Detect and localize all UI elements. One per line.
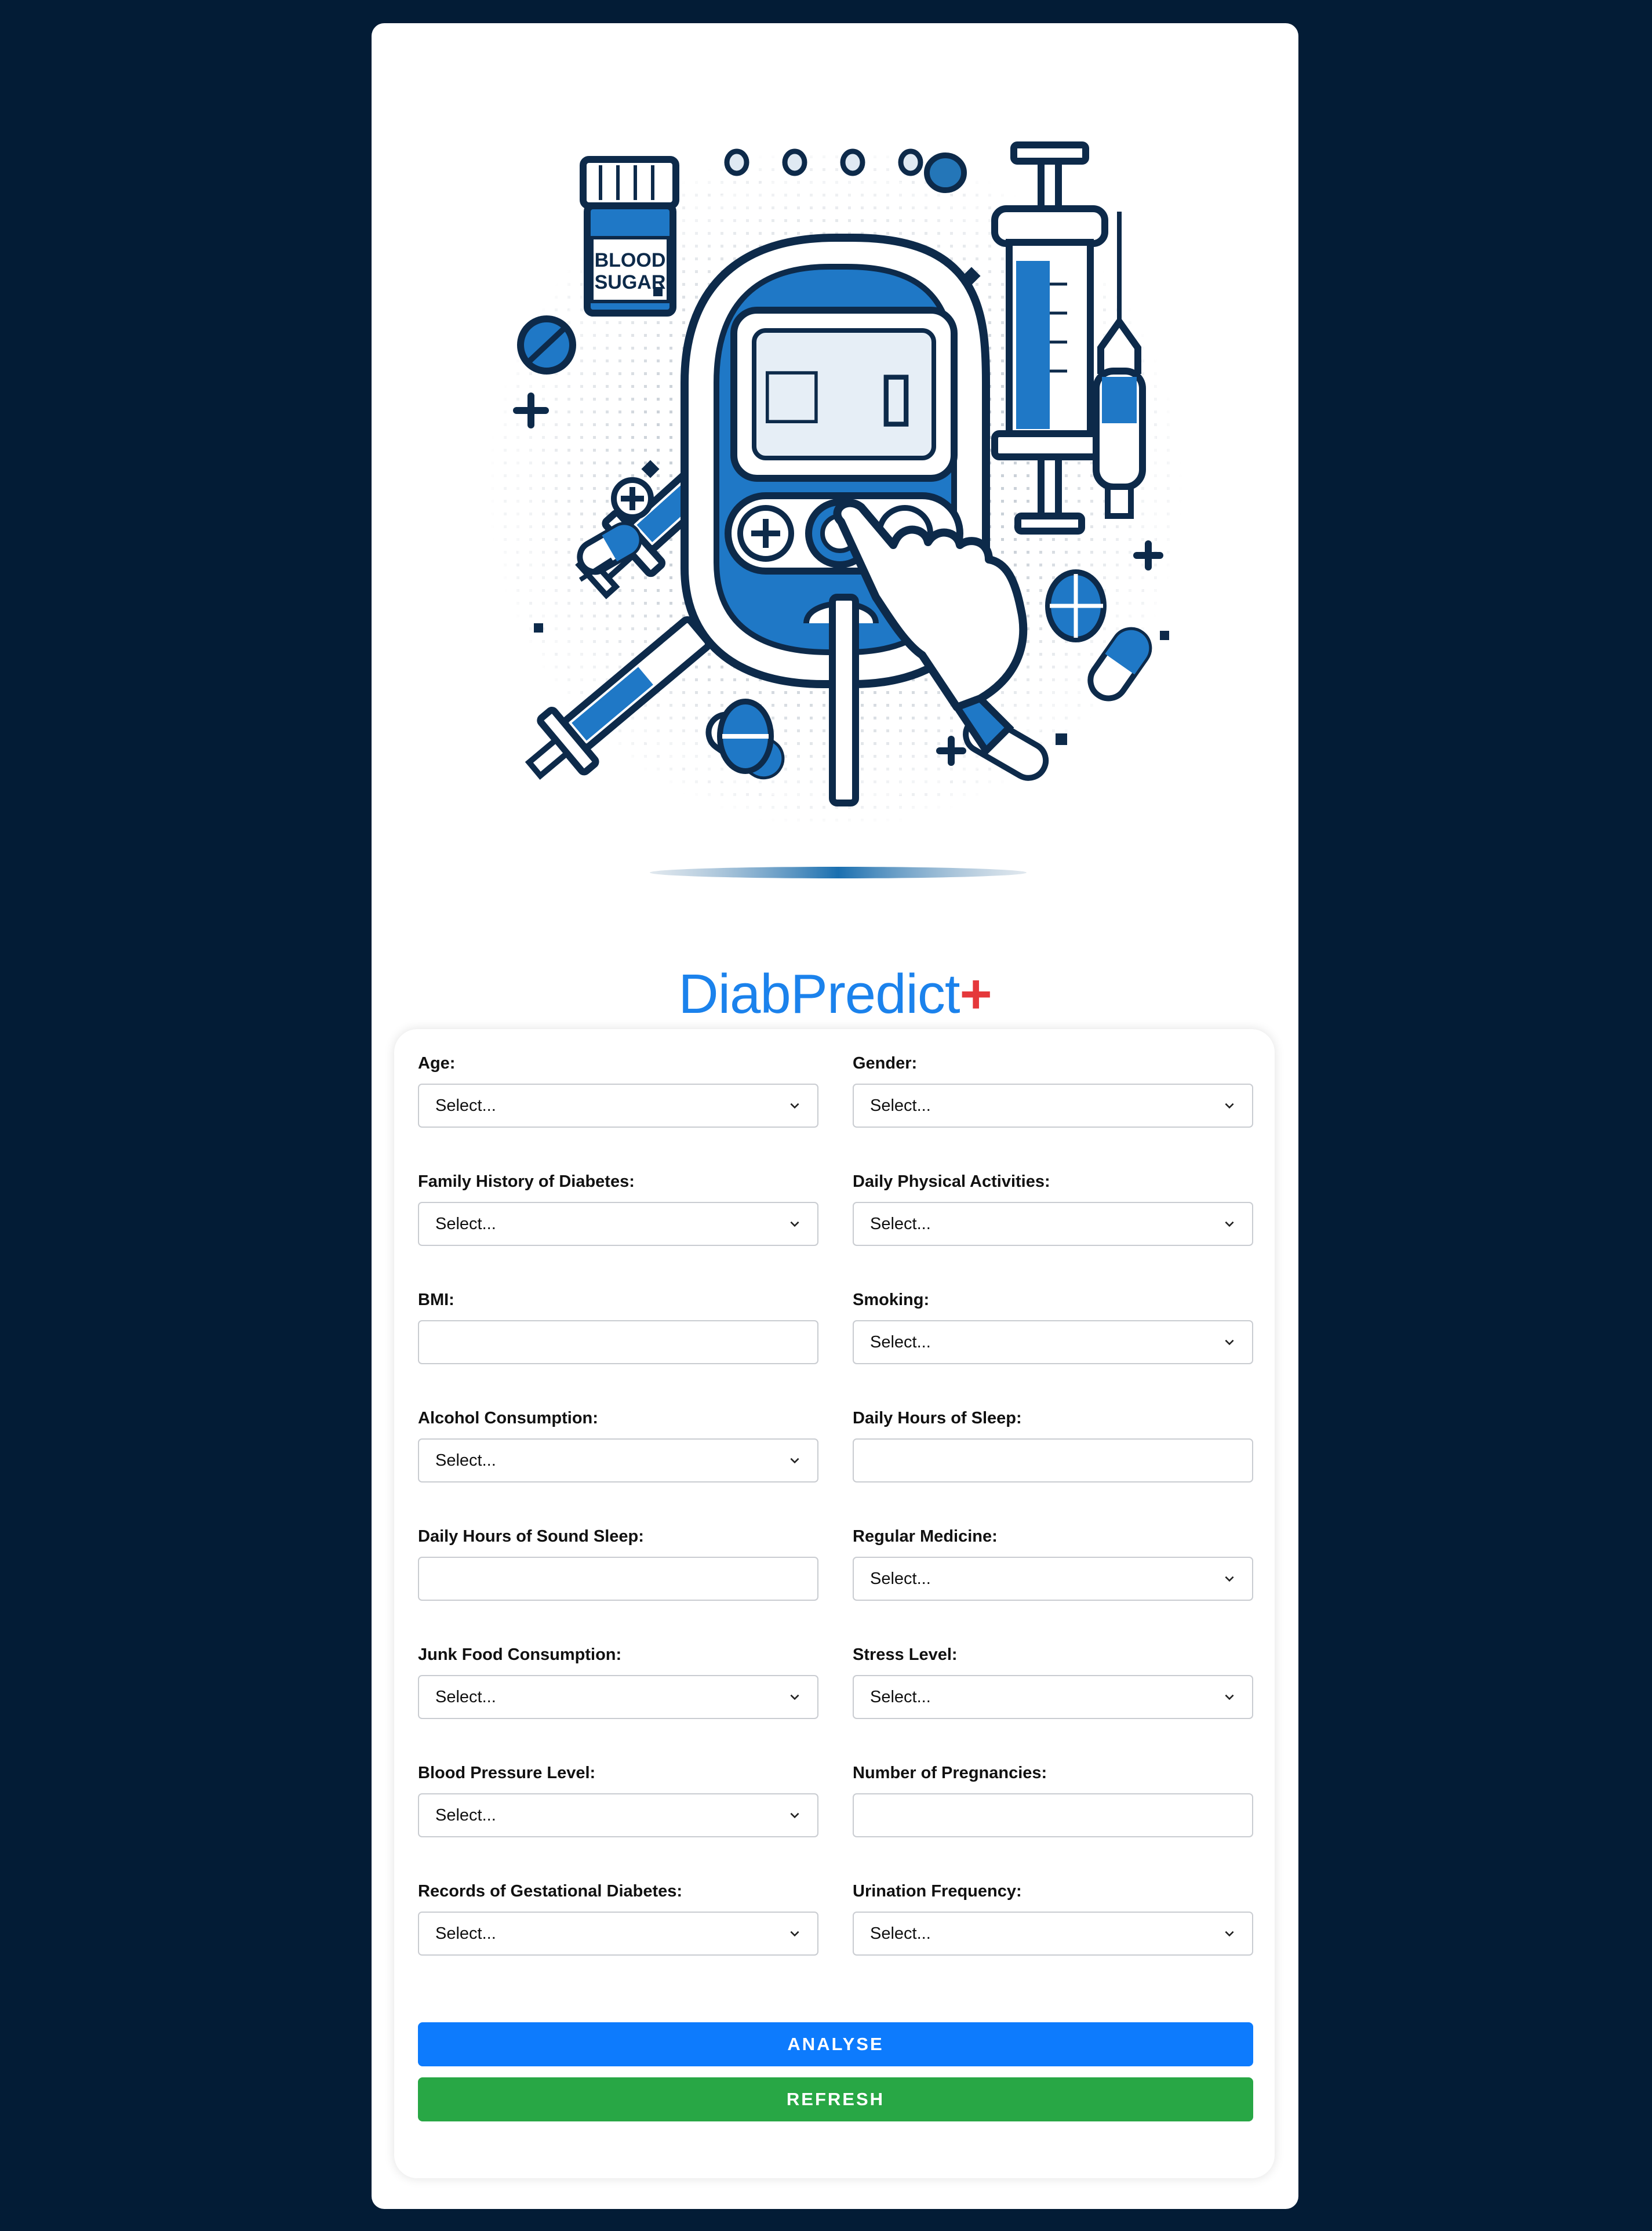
junk-food-select[interactable]: Select... — [418, 1675, 818, 1719]
sound-sleep-input[interactable] — [418, 1557, 818, 1601]
gestational-diabetes-value: Select... — [435, 1924, 496, 1943]
regular-medicine-label: Regular Medicine: — [853, 1527, 998, 1546]
sleep-hours-label: Daily Hours of Sleep: — [853, 1409, 1022, 1427]
blood-pressure-value: Select... — [435, 1805, 496, 1825]
urination-frequency-select[interactable]: Select... — [853, 1912, 1253, 1956]
field-gender: Gender: Select... — [853, 1047, 1253, 1165]
chevron-down-icon — [1225, 1339, 1234, 1346]
field-family-history: Family History of Diabetes: Select... — [418, 1165, 818, 1283]
stress-level-select[interactable]: Select... — [853, 1675, 1253, 1719]
physical-activities-label: Daily Physical Activities: — [853, 1172, 1050, 1191]
sleep-hours-input[interactable] — [853, 1438, 1253, 1483]
field-age: Age: Select... — [418, 1047, 818, 1165]
gender-value: Select... — [870, 1096, 931, 1115]
family-history-select[interactable]: Select... — [418, 1202, 818, 1246]
chevron-down-icon — [1225, 1931, 1234, 1937]
junk-food-value: Select... — [435, 1687, 496, 1706]
blood-pressure-select[interactable]: Select... — [418, 1793, 818, 1837]
field-gestational-diabetes: Records of Gestational Diabetes: Select..… — [418, 1874, 818, 1993]
app-title-text: DiabPredict — [678, 963, 960, 1025]
pill-icon — [924, 152, 967, 193]
field-sleep-hours: Daily Hours of Sleep: — [853, 1401, 1253, 1520]
field-urination-frequency: Urination Frequency: Select... — [853, 1874, 1253, 1993]
pill-icon — [1045, 569, 1107, 642]
field-pregnancies: Number of Pregnancies: — [853, 1756, 1253, 1874]
field-physical-activities: Daily Physical Activities: Select... — [853, 1165, 1253, 1283]
glucose-meter-illustration: BLOOD SUGAR □ ▯ — [487, 133, 1183, 878]
gestational-diabetes-select[interactable]: Select... — [418, 1912, 818, 1956]
refresh-button[interactable]: REFRESH — [418, 2077, 1253, 2121]
regular-medicine-select[interactable]: Select... — [853, 1557, 1253, 1601]
blood-pressure-label: Blood Pressure Level: — [418, 1764, 596, 1782]
field-bmi: BMI: — [418, 1283, 818, 1401]
stress-level-label: Stress Level: — [853, 1645, 958, 1664]
chevron-down-icon — [1225, 1694, 1234, 1700]
physical-activities-select[interactable]: Select... — [853, 1202, 1253, 1246]
field-junk-food: Junk Food Consumption: Select... — [418, 1638, 818, 1756]
main-card: BLOOD SUGAR □ ▯ DiabPredict+ Age: Select… — [372, 23, 1298, 2209]
app-title-plus: + — [959, 963, 992, 1025]
alcohol-label: Alcohol Consumption: — [418, 1409, 598, 1427]
chevron-down-icon — [790, 1694, 799, 1700]
field-smoking: Smoking: Select... — [853, 1283, 1253, 1401]
urination-frequency-value: Select... — [870, 1924, 931, 1943]
field-regular-medicine: Regular Medicine: Select... — [853, 1520, 1253, 1638]
field-stress-level: Stress Level: Select... — [853, 1638, 1253, 1756]
chevron-down-icon — [790, 1812, 799, 1819]
bmi-input[interactable] — [418, 1320, 818, 1364]
sound-sleep-label: Daily Hours of Sound Sleep: — [418, 1527, 644, 1546]
chevron-down-icon — [790, 1458, 799, 1464]
field-blood-pressure: Blood Pressure Level: Select... — [418, 1756, 818, 1874]
age-label: Age: — [418, 1054, 456, 1073]
family-history-value: Select... — [435, 1214, 496, 1233]
smoking-select[interactable]: Select... — [853, 1320, 1253, 1364]
urination-frequency-label: Urination Frequency: — [853, 1882, 1022, 1901]
alcohol-select[interactable]: Select... — [418, 1438, 818, 1483]
app-title: DiabPredict+ — [372, 957, 1298, 1032]
pill-icon — [717, 699, 774, 774]
analyse-button[interactable]: ANALYSE — [418, 2022, 1253, 2066]
chevron-down-icon — [790, 1221, 799, 1227]
pregnancies-input[interactable] — [853, 1793, 1253, 1837]
form-grid: Age: Select... Gender: Select... Family Hist… — [418, 1047, 1253, 1993]
family-history-label: Family History of Diabetes: — [418, 1172, 635, 1191]
chevron-down-icon — [1225, 1103, 1234, 1109]
chevron-down-icon — [1225, 1221, 1234, 1227]
regular-medicine-value: Select... — [870, 1569, 931, 1588]
chevron-down-icon — [790, 1103, 799, 1109]
stress-level-value: Select... — [870, 1687, 931, 1706]
gestational-diabetes-label: Records of Gestational Diabetes: — [418, 1882, 683, 1901]
age-value: Select... — [435, 1096, 496, 1115]
svg-text:BLOOD: BLOOD — [595, 249, 666, 271]
chevron-down-icon — [790, 1931, 799, 1937]
field-alcohol: Alcohol Consumption: Select... — [418, 1401, 818, 1520]
svg-text:□ ▯: □ ▯ — [766, 351, 922, 450]
age-select[interactable]: Select... — [418, 1084, 818, 1128]
smoking-value: Select... — [870, 1332, 931, 1351]
prediction-form: Age: Select... Gender: Select... Family Hist… — [394, 1029, 1275, 2178]
junk-food-label: Junk Food Consumption: — [418, 1645, 622, 1664]
pregnancies-label: Number of Pregnancies: — [853, 1764, 1047, 1782]
field-sound-sleep: Daily Hours of Sound Sleep: — [418, 1520, 818, 1638]
chevron-down-icon — [1225, 1576, 1234, 1582]
physical-activities-value: Select... — [870, 1214, 931, 1233]
gender-select[interactable]: Select... — [853, 1084, 1253, 1128]
smoking-label: Smoking: — [853, 1291, 930, 1309]
gender-label: Gender: — [853, 1054, 918, 1073]
alcohol-value: Select... — [435, 1451, 496, 1470]
bmi-label: BMI: — [418, 1291, 454, 1309]
